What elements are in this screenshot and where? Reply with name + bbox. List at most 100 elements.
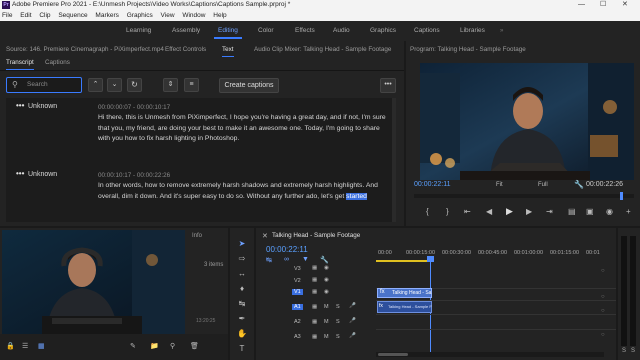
ripple-edit-tool-icon[interactable]: ↔ <box>235 268 249 280</box>
workspace-effects[interactable]: Effects <box>295 21 315 41</box>
sync-lock-icon[interactable]: ▦ <box>312 334 317 340</box>
program-title[interactable]: Program: Talking Head - Sample Footage <box>410 44 526 56</box>
timeline-timecode[interactable]: 00:00:22:11 <box>266 245 308 254</box>
play-icon[interactable]: ▶ <box>506 206 513 217</box>
scroll-thumb[interactable] <box>378 353 408 356</box>
clip-thumbnail[interactable] <box>2 230 185 334</box>
selection-tool-icon[interactable]: ➤ <box>235 238 249 250</box>
go-to-out-icon[interactable]: ⇥ <box>546 207 553 216</box>
eye-icon[interactable]: ◉ <box>324 265 329 271</box>
new-item-icon[interactable]: ✎ <box>130 342 136 350</box>
solo-right-button[interactable]: S <box>631 348 635 354</box>
mute-button[interactable]: M <box>324 334 329 340</box>
merge-icon[interactable]: ≡ <box>184 78 199 92</box>
program-video-frame[interactable] <box>420 63 634 180</box>
menu-graphics[interactable]: Graphics <box>127 12 153 19</box>
minimize-icon[interactable]: — <box>578 0 585 10</box>
scroll-handle-icon[interactable]: ○ <box>601 268 605 274</box>
sync-lock-icon[interactable]: ▦ <box>312 304 317 310</box>
export-frame-icon[interactable]: ◉ <box>606 207 613 216</box>
sequence-tab[interactable]: Talking Head - Sample Footage <box>272 232 360 239</box>
transcript-paragraph[interactable]: Hi there, this is Unmesh from PiXimperfe… <box>98 113 388 145</box>
wrench-icon[interactable]: 🔧 <box>574 180 584 189</box>
more-options-icon[interactable]: ••• <box>380 78 396 93</box>
workspace-libraries[interactable]: Libraries <box>460 21 485 41</box>
solo-button[interactable]: S <box>336 334 340 340</box>
mark-in-icon[interactable]: { <box>426 207 429 216</box>
clear-icon[interactable]: 🗑 <box>190 342 199 350</box>
track-label-v2[interactable]: V2 <box>294 278 301 284</box>
razor-tool-icon[interactable]: ♦ <box>235 283 249 295</box>
sync-lock-icon[interactable]: ▦ <box>312 319 317 325</box>
vertical-scrollbar[interactable]: ○ ○ ○ ○ <box>601 264 605 354</box>
go-to-in-icon[interactable]: ⇤ <box>464 207 471 216</box>
step-forward-icon[interactable]: ▶ <box>526 207 532 216</box>
menu-edit[interactable]: Edit <box>20 12 31 19</box>
tab-captions[interactable]: Captions <box>45 57 70 69</box>
type-tool-icon[interactable]: T <box>235 343 249 355</box>
extract-icon[interactable]: ▣ <box>586 207 594 216</box>
menu-sequence[interactable]: Sequence <box>58 12 87 19</box>
chevron-down-icon[interactable]: ⌄ <box>107 78 122 92</box>
track-select-tool-icon[interactable]: ⇨ <box>235 253 249 265</box>
video-clip[interactable]: Talking Head - Sa fx <box>377 288 432 298</box>
refresh-icon[interactable]: ↻ <box>127 78 142 92</box>
menu-help[interactable]: Help <box>213 12 226 19</box>
close-icon[interactable]: ✕ <box>622 0 628 10</box>
menu-file[interactable]: File <box>2 12 12 19</box>
work-area-bar[interactable] <box>376 260 432 262</box>
step-back-icon[interactable]: ◀ <box>486 207 492 216</box>
add-button-icon[interactable]: + <box>626 207 631 216</box>
solo-left-button[interactable]: S <box>622 348 626 354</box>
find-icon[interactable]: ⚲ <box>170 342 175 350</box>
menu-markers[interactable]: Markers <box>95 12 118 19</box>
workspace-overflow-icon[interactable]: » <box>500 21 503 41</box>
timeline-settings-icon[interactable]: 🔧 <box>320 256 329 264</box>
menu-view[interactable]: View <box>161 12 175 19</box>
entry-menu-icon[interactable]: ••• <box>16 101 24 110</box>
snap-icon[interactable]: ↹ <box>266 256 272 264</box>
linked-selection-icon[interactable]: ∞ <box>284 256 289 263</box>
slip-tool-icon[interactable]: ↹ <box>235 298 249 310</box>
horizontal-scrollbar[interactable] <box>376 352 604 357</box>
program-timecode[interactable]: 00:00:22:11 <box>414 181 450 188</box>
split-icon[interactable]: ⇕ <box>163 78 178 92</box>
tab-audio-clip-mixer[interactable]: Audio Clip Mixer: Talking Head - Sample … <box>254 44 391 56</box>
workspace-graphics[interactable]: Graphics <box>370 21 396 41</box>
workspace-audio[interactable]: Audio <box>333 21 350 41</box>
scroll-handle-icon[interactable]: ○ <box>601 308 605 314</box>
quality-dropdown[interactable]: Full <box>538 182 548 188</box>
track-label-a1[interactable]: A1 <box>292 304 303 310</box>
scroll-handle-icon[interactable]: ○ <box>601 332 605 338</box>
tab-text[interactable]: Text <box>222 44 234 57</box>
add-marker-icon[interactable]: ▼ <box>302 256 309 263</box>
maximize-icon[interactable]: ☐ <box>600 0 606 10</box>
transcript-paragraph[interactable]: In other words, how to remove extremely … <box>98 181 388 202</box>
fit-dropdown[interactable]: Fit <box>496 182 503 188</box>
workspace-captions[interactable]: Captions <box>414 21 440 41</box>
playhead-handle[interactable] <box>427 256 434 262</box>
workspace-learning[interactable]: Learning <box>126 21 151 41</box>
pen-tool-icon[interactable]: ✒ <box>235 313 249 325</box>
sync-lock-icon[interactable]: ▦ <box>312 277 317 283</box>
program-playhead[interactable] <box>620 192 623 200</box>
menu-window[interactable]: Window <box>182 12 205 19</box>
list-view-icon[interactable]: ☰ <box>22 342 28 350</box>
timeline-close-icon[interactable]: ✕ <box>262 232 268 240</box>
workspace-color[interactable]: Color <box>258 21 274 41</box>
solo-button[interactable]: S <box>336 319 340 325</box>
track-label-v3[interactable]: V3 <box>294 266 301 272</box>
scroll-handle-icon[interactable]: ○ <box>601 294 605 300</box>
icon-view-icon[interactable]: ▦ <box>38 342 45 350</box>
chevron-up-icon[interactable]: ⌃ <box>88 78 103 92</box>
mark-out-icon[interactable]: } <box>446 207 449 216</box>
new-bin-icon[interactable]: 📁 <box>150 342 159 350</box>
microphone-icon[interactable]: 🎤 <box>349 303 356 309</box>
workspace-assembly[interactable]: Assembly <box>172 21 200 41</box>
track-label-a3[interactable]: A3 <box>294 334 301 340</box>
hand-tool-icon[interactable]: ✋ <box>235 328 249 340</box>
menu-clip[interactable]: Clip <box>39 12 50 19</box>
eye-icon[interactable]: ◉ <box>324 277 329 283</box>
scrollbar[interactable] <box>392 98 396 222</box>
sync-lock-icon[interactable]: ▦ <box>312 265 317 271</box>
